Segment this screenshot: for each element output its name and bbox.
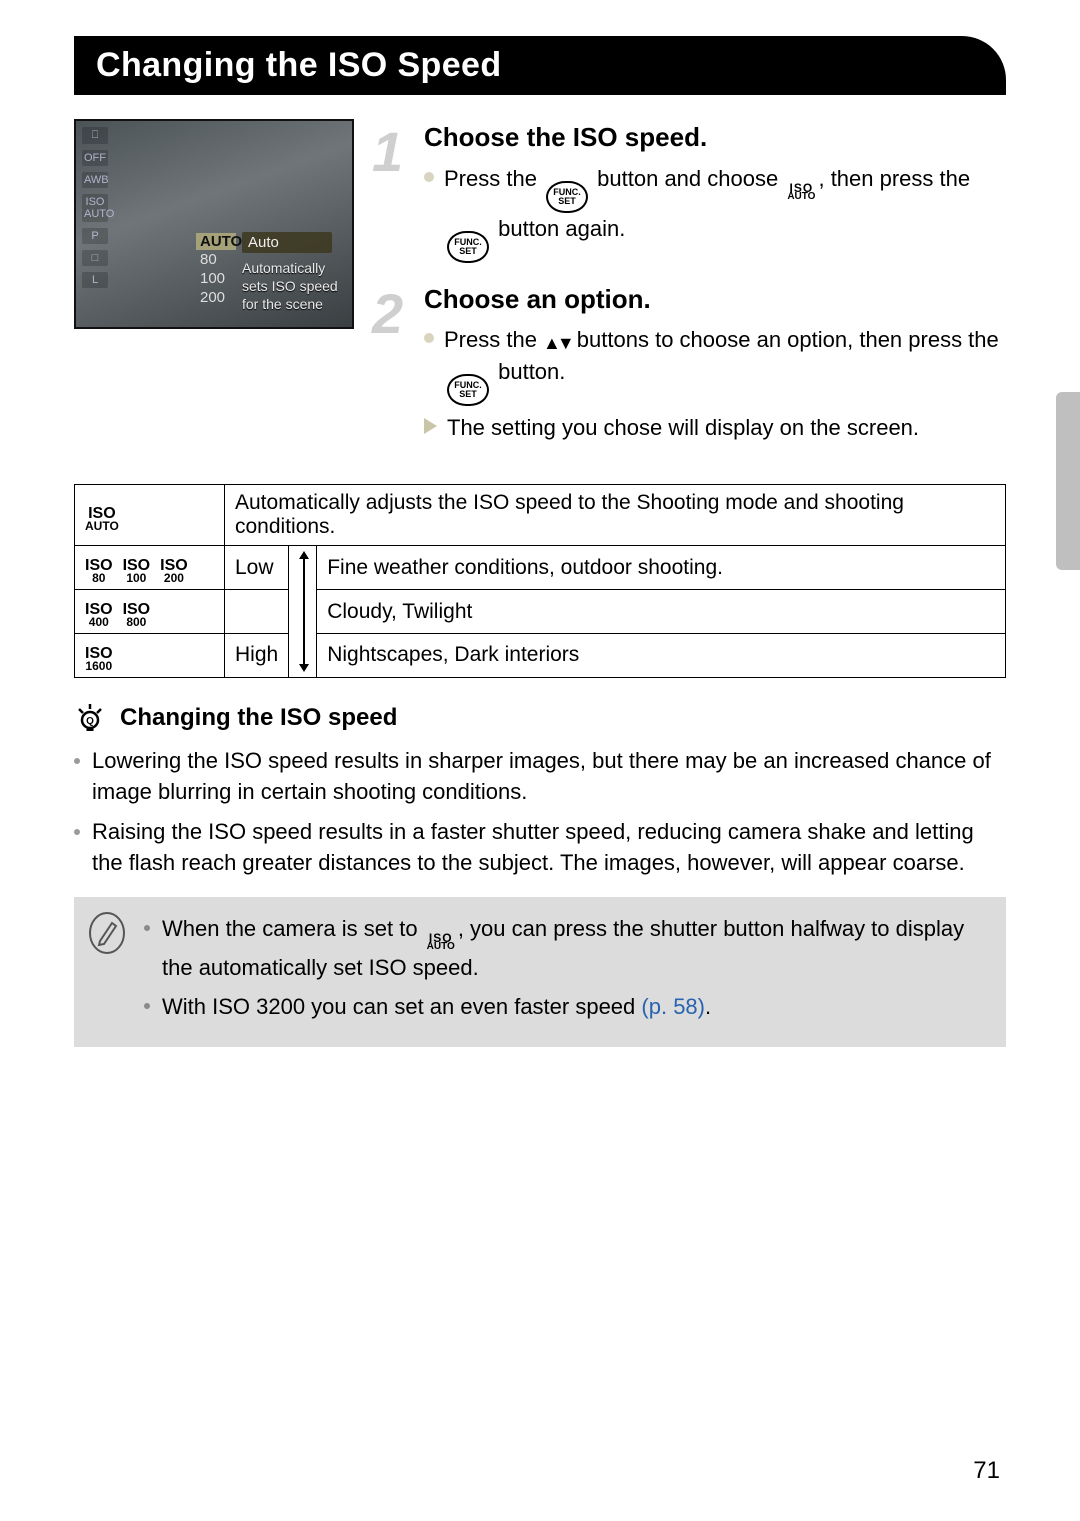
step-text: The setting you chose will display on th… bbox=[447, 412, 919, 444]
iso-auto-icon: ISOAUTO bbox=[85, 507, 119, 531]
up-down-icon: ▲▼ bbox=[543, 333, 571, 353]
table-row-icons: ISO400 ISO800 bbox=[75, 590, 225, 634]
step-number: 2 bbox=[372, 273, 403, 354]
tip-text: Raising the ISO speed results in a faste… bbox=[92, 817, 1006, 879]
lcd-menu-item: 80 bbox=[196, 250, 236, 269]
lcd-menu-item: 100 bbox=[196, 269, 236, 288]
note-bullet: With ISO 3200 you can set an even faster… bbox=[144, 991, 988, 1023]
bullet-icon bbox=[424, 172, 434, 182]
lcd-side-icon: L bbox=[82, 272, 108, 288]
iso-200-icon: ISO200 bbox=[160, 559, 188, 583]
table-row-scale bbox=[225, 590, 289, 634]
steps-list: 1Choose the ISO speed.Press the FUNC.SET… bbox=[394, 119, 1006, 462]
lcd-side-icon: AWB bbox=[82, 172, 108, 188]
section-tab bbox=[1056, 392, 1080, 570]
lcd-auto-label: Auto bbox=[242, 232, 332, 253]
table-row-desc: Automatically adjusts the ISO speed to t… bbox=[225, 485, 1006, 546]
note-text: When the camera is set to ISOAUTO, you c… bbox=[162, 913, 988, 984]
page-number: 71 bbox=[973, 1457, 1000, 1485]
note-text: With ISO 3200 you can set an even faster… bbox=[162, 991, 711, 1023]
lcd-side-icon: P bbox=[82, 228, 108, 244]
bullet-icon bbox=[424, 333, 434, 343]
func-set-button-icon: FUNC.SET bbox=[447, 374, 489, 406]
camera-lcd-preview: ⎕ OFF AWB ISO AUTO P □ L AUTO 80100200 Auto Au… bbox=[74, 119, 354, 329]
iso-1600-icon: ISO1600 bbox=[85, 647, 113, 671]
lcd-auto-desc: Automatically sets ISO speed for the sce… bbox=[242, 259, 352, 313]
page-reference-link[interactable]: (p. 58) bbox=[641, 994, 705, 1019]
lcd-side-icon: ISO AUTO bbox=[82, 194, 108, 222]
bullet-icon bbox=[144, 925, 150, 931]
iso-80-icon: ISO80 bbox=[85, 559, 113, 583]
func-set-button-icon: FUNC.SET bbox=[447, 231, 489, 263]
bullet-icon bbox=[74, 829, 80, 835]
iso-auto-icon: ISOAUTO bbox=[427, 933, 455, 952]
tip-section: Q Changing the ISO speed Lowering the IS… bbox=[74, 702, 1006, 879]
lcd-side-icon: OFF bbox=[82, 150, 108, 166]
step-title: Choose the ISO speed. bbox=[424, 119, 1006, 157]
step-title: Choose an option. bbox=[424, 281, 1006, 319]
lcd-side-icon: □ bbox=[82, 250, 108, 266]
table-row-desc: Nightscapes, Dark interiors bbox=[317, 633, 1006, 677]
step-text: Press the ▲▼ buttons to choose an option… bbox=[444, 324, 1006, 406]
iso-400-icon: ISO400 bbox=[85, 603, 113, 627]
step-number: 1 bbox=[372, 111, 403, 192]
func-set-button-icon: FUNC.SET bbox=[546, 181, 588, 213]
lcd-menu-auto: AUTO bbox=[196, 233, 236, 250]
step: 2Choose an option.Press the ▲▼ buttons t… bbox=[394, 281, 1006, 445]
bullet-icon bbox=[144, 1003, 150, 1009]
tip-bullet: Lowering the ISO speed results in sharpe… bbox=[74, 746, 1006, 808]
table-row-desc: Cloudy, Twilight bbox=[317, 590, 1006, 634]
lcd-side-icon: ⎕ bbox=[82, 127, 108, 144]
table-row-icons: ISO80 ISO100 ISO200 bbox=[75, 546, 225, 590]
table-row-desc: Fine weather conditions, outdoor shootin… bbox=[317, 546, 1006, 590]
page-title: Changing the ISO Speed bbox=[74, 36, 1006, 95]
tip-text: Lowering the ISO speed results in sharpe… bbox=[92, 746, 1006, 808]
table-row-icons: ISO1600 bbox=[75, 633, 225, 677]
table-row-icons: ISOAUTO bbox=[75, 485, 225, 546]
scale-arrow-icon bbox=[289, 546, 317, 677]
table-row-scale: High bbox=[225, 633, 289, 677]
tip-bullet: Raising the ISO speed results in a faste… bbox=[74, 817, 1006, 879]
note-box: When the camera is set to ISOAUTO, you c… bbox=[74, 897, 1006, 1047]
iso-table: ISOAUTO Automatically adjusts the ISO spe… bbox=[74, 484, 1006, 677]
step: 1Choose the ISO speed.Press the FUNC.SET… bbox=[394, 119, 1006, 263]
iso-100-icon: ISO100 bbox=[123, 559, 151, 583]
bullet-icon bbox=[74, 758, 80, 764]
iso-800-icon: ISO800 bbox=[123, 603, 151, 627]
step-text: Press the FUNC.SET button and choose ISO… bbox=[444, 163, 1006, 263]
table-row-scale: Low bbox=[225, 546, 289, 590]
svg-text:Q: Q bbox=[86, 716, 94, 727]
step-line: Press the FUNC.SET button and choose ISO… bbox=[424, 163, 1006, 263]
pencil-icon bbox=[88, 911, 126, 955]
result-arrow-icon bbox=[424, 418, 437, 434]
tip-heading: Changing the ISO speed bbox=[120, 704, 397, 732]
iso-auto-icon: ISOAUTO bbox=[787, 183, 815, 202]
step-line: The setting you chose will display on th… bbox=[424, 412, 1006, 444]
lightbulb-icon: Q bbox=[74, 702, 106, 734]
lcd-menu-item: 200 bbox=[196, 288, 236, 307]
note-bullet: When the camera is set to ISOAUTO, you c… bbox=[144, 913, 988, 984]
step-line: Press the ▲▼ buttons to choose an option… bbox=[424, 324, 1006, 406]
